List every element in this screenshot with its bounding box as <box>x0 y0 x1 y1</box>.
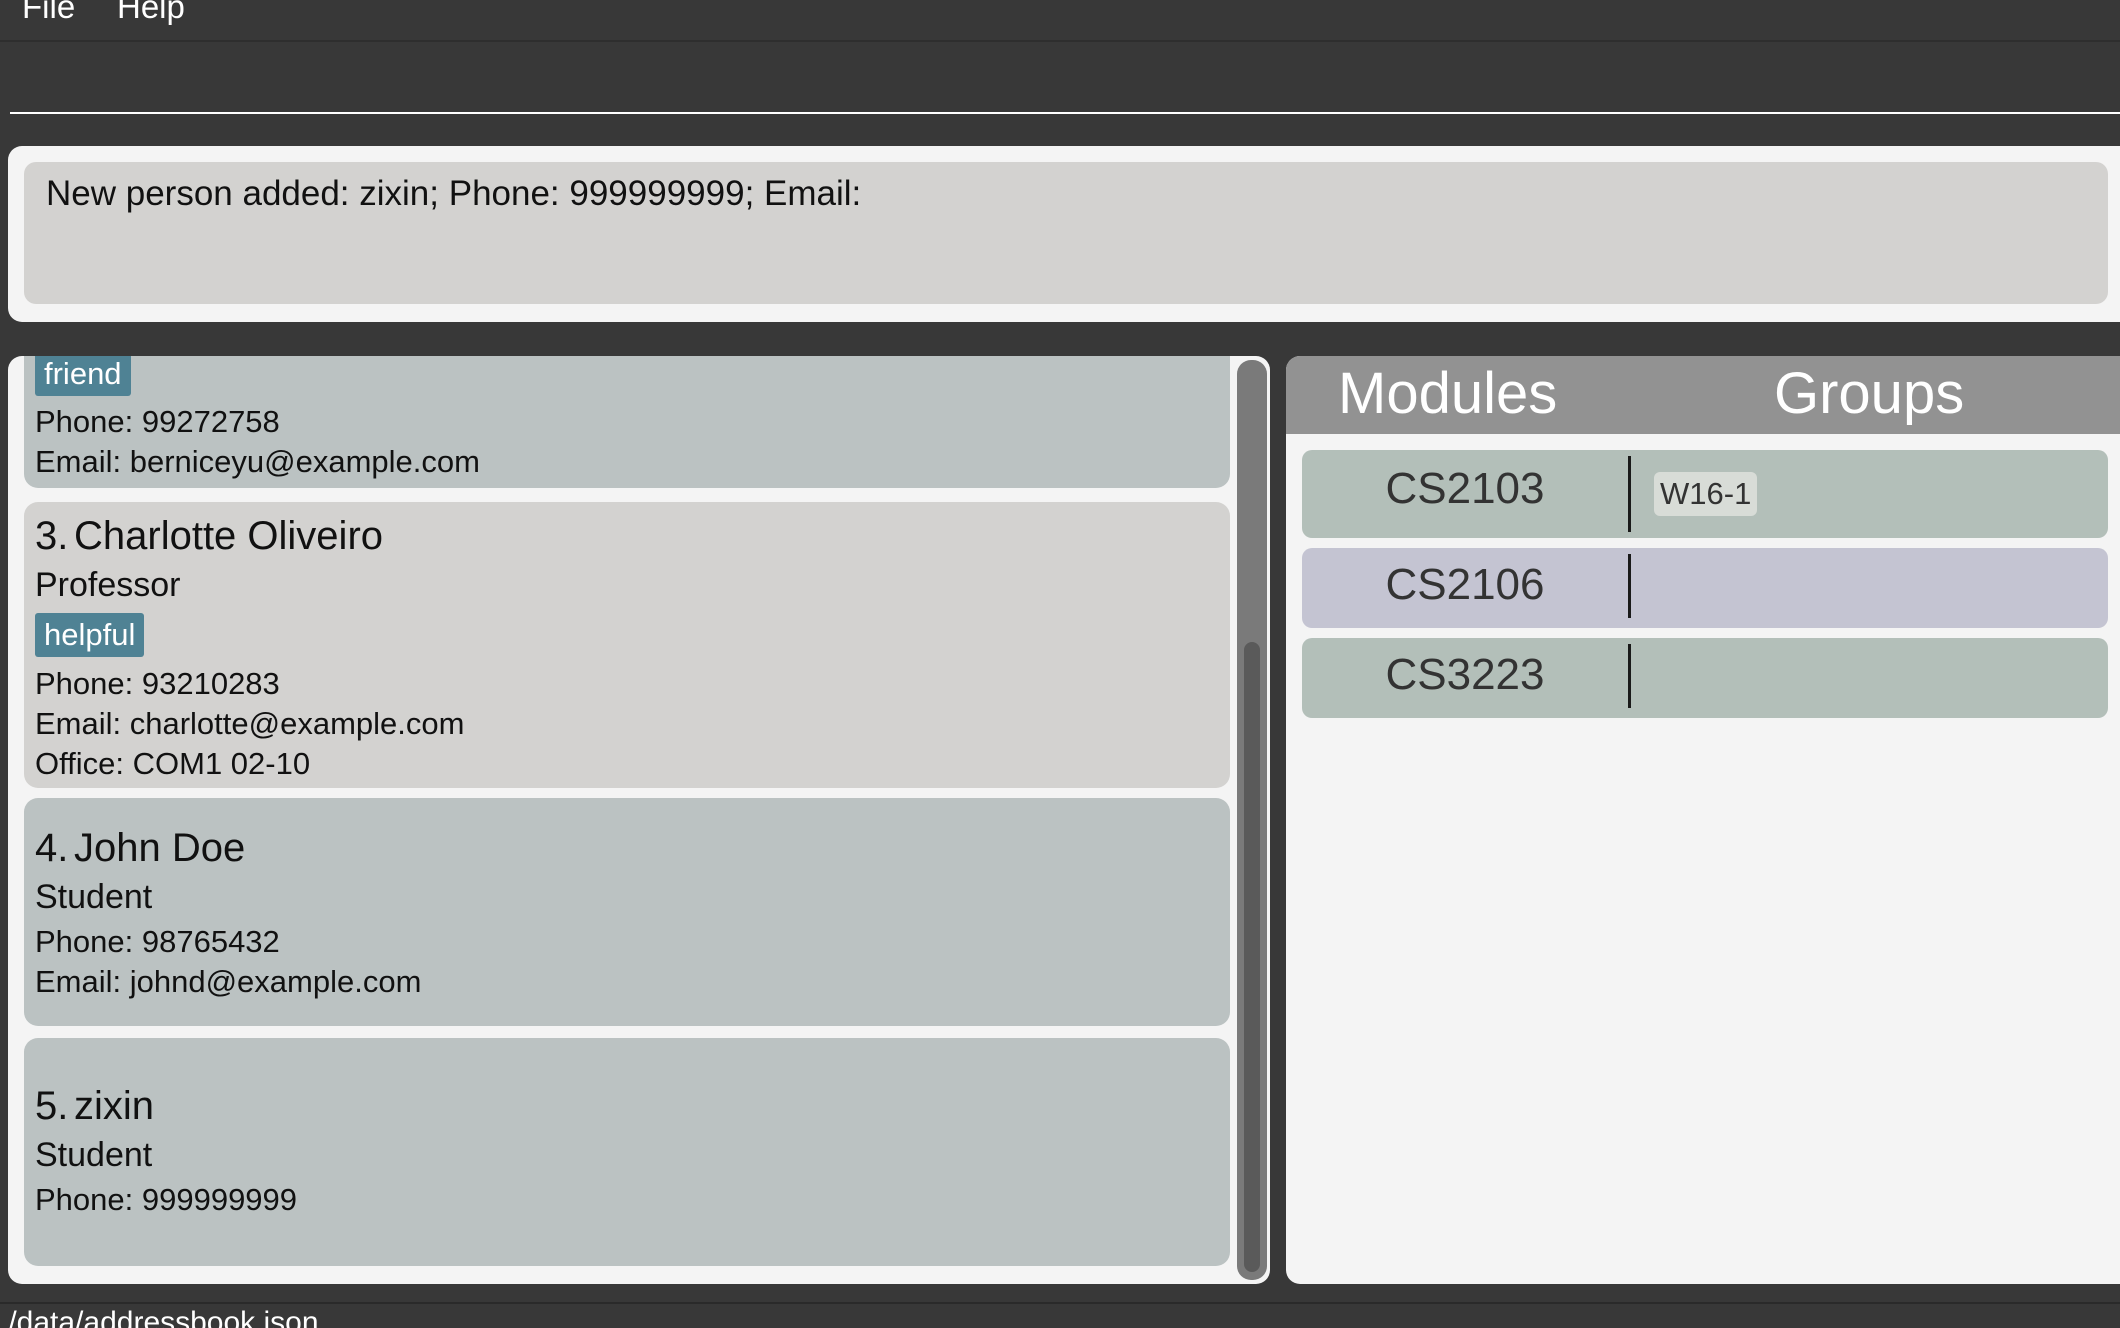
modules-panel: Modules Groups CS2103 W16-1 CS2106 CS322… <box>1286 356 2120 1284</box>
person-index: 3. <box>35 514 69 558</box>
save-location: ./data/addressbook.json <box>0 1306 319 1328</box>
person-card[interactable]: 5. zixin Student Phone: 999999999 <box>24 1038 1230 1266</box>
result-display-box: New person added: zixin; Phone: 99999999… <box>24 162 2108 304</box>
menu-file[interactable]: File <box>22 0 75 26</box>
column-divider <box>1628 644 1631 708</box>
person-list-panel: friend Phone: 99272758 Email: berniceyu@… <box>8 356 1270 1284</box>
person-phone: Phone: 93210283 <box>35 666 280 701</box>
person-name: zixin <box>74 1084 155 1128</box>
person-card[interactable]: 3. Charlotte Oliveiro Professor helpful … <box>24 502 1230 788</box>
person-role: Student <box>35 878 153 916</box>
column-divider <box>1628 456 1631 532</box>
modules-column-header: Modules <box>1338 361 1558 426</box>
result-display: New person added: zixin; Phone: 99999999… <box>8 146 2120 322</box>
person-office: Office: COM1 02-10 <box>35 746 311 781</box>
person-card[interactable]: friend Phone: 99272758 Email: berniceyu@… <box>24 356 1230 488</box>
person-phone: Phone: 999999999 <box>35 1182 298 1217</box>
module-code: CS3223 <box>1385 650 1545 699</box>
person-email: Email: berniceyu@example.com <box>35 444 480 479</box>
module-row[interactable]: CS2106 <box>1302 548 2108 628</box>
person-card[interactable]: 4. John Doe Student Phone: 98765432 Emai… <box>24 798 1230 1026</box>
person-role: Professor <box>35 566 181 604</box>
column-divider <box>1628 554 1631 618</box>
module-code: CS2103 <box>1385 464 1545 513</box>
person-index: 4. <box>35 826 69 870</box>
person-phone: Phone: 98765432 <box>35 924 280 959</box>
modules-header: Modules Groups <box>1286 356 2120 434</box>
result-message: New person added: zixin; Phone: 99999999… <box>46 174 862 213</box>
person-phone: Phone: 99272758 <box>35 404 280 439</box>
person-tag: helpful <box>35 613 145 657</box>
module-row[interactable]: CS3223 <box>1302 638 2108 718</box>
module-row[interactable]: CS2103 W16-1 <box>1302 450 2108 538</box>
person-name: Charlotte Oliveiro <box>74 514 384 558</box>
group-badge: W16-1 <box>1654 472 1758 516</box>
person-email: Email: johnd@example.com <box>35 964 422 999</box>
command-input[interactable] <box>10 70 2120 114</box>
person-tag: friend <box>35 356 131 396</box>
command-box <box>0 42 2120 122</box>
groups-column-header: Groups <box>1774 361 1965 426</box>
status-bar: ./data/addressbook.json <box>0 1302 2120 1328</box>
person-index: 5. <box>35 1084 69 1128</box>
list-scrollbar[interactable] <box>1237 360 1267 1280</box>
menu-bar: File Help <box>0 0 2120 42</box>
person-list[interactable]: friend Phone: 99272758 Email: berniceyu@… <box>24 356 1230 1276</box>
person-email: Email: charlotte@example.com <box>35 706 465 741</box>
menu-help[interactable]: Help <box>117 0 185 26</box>
person-name: John Doe <box>74 826 246 870</box>
person-role: Student <box>35 1136 153 1174</box>
module-code: CS2106 <box>1385 560 1545 609</box>
list-scrollbar-thumb[interactable] <box>1244 642 1260 1272</box>
